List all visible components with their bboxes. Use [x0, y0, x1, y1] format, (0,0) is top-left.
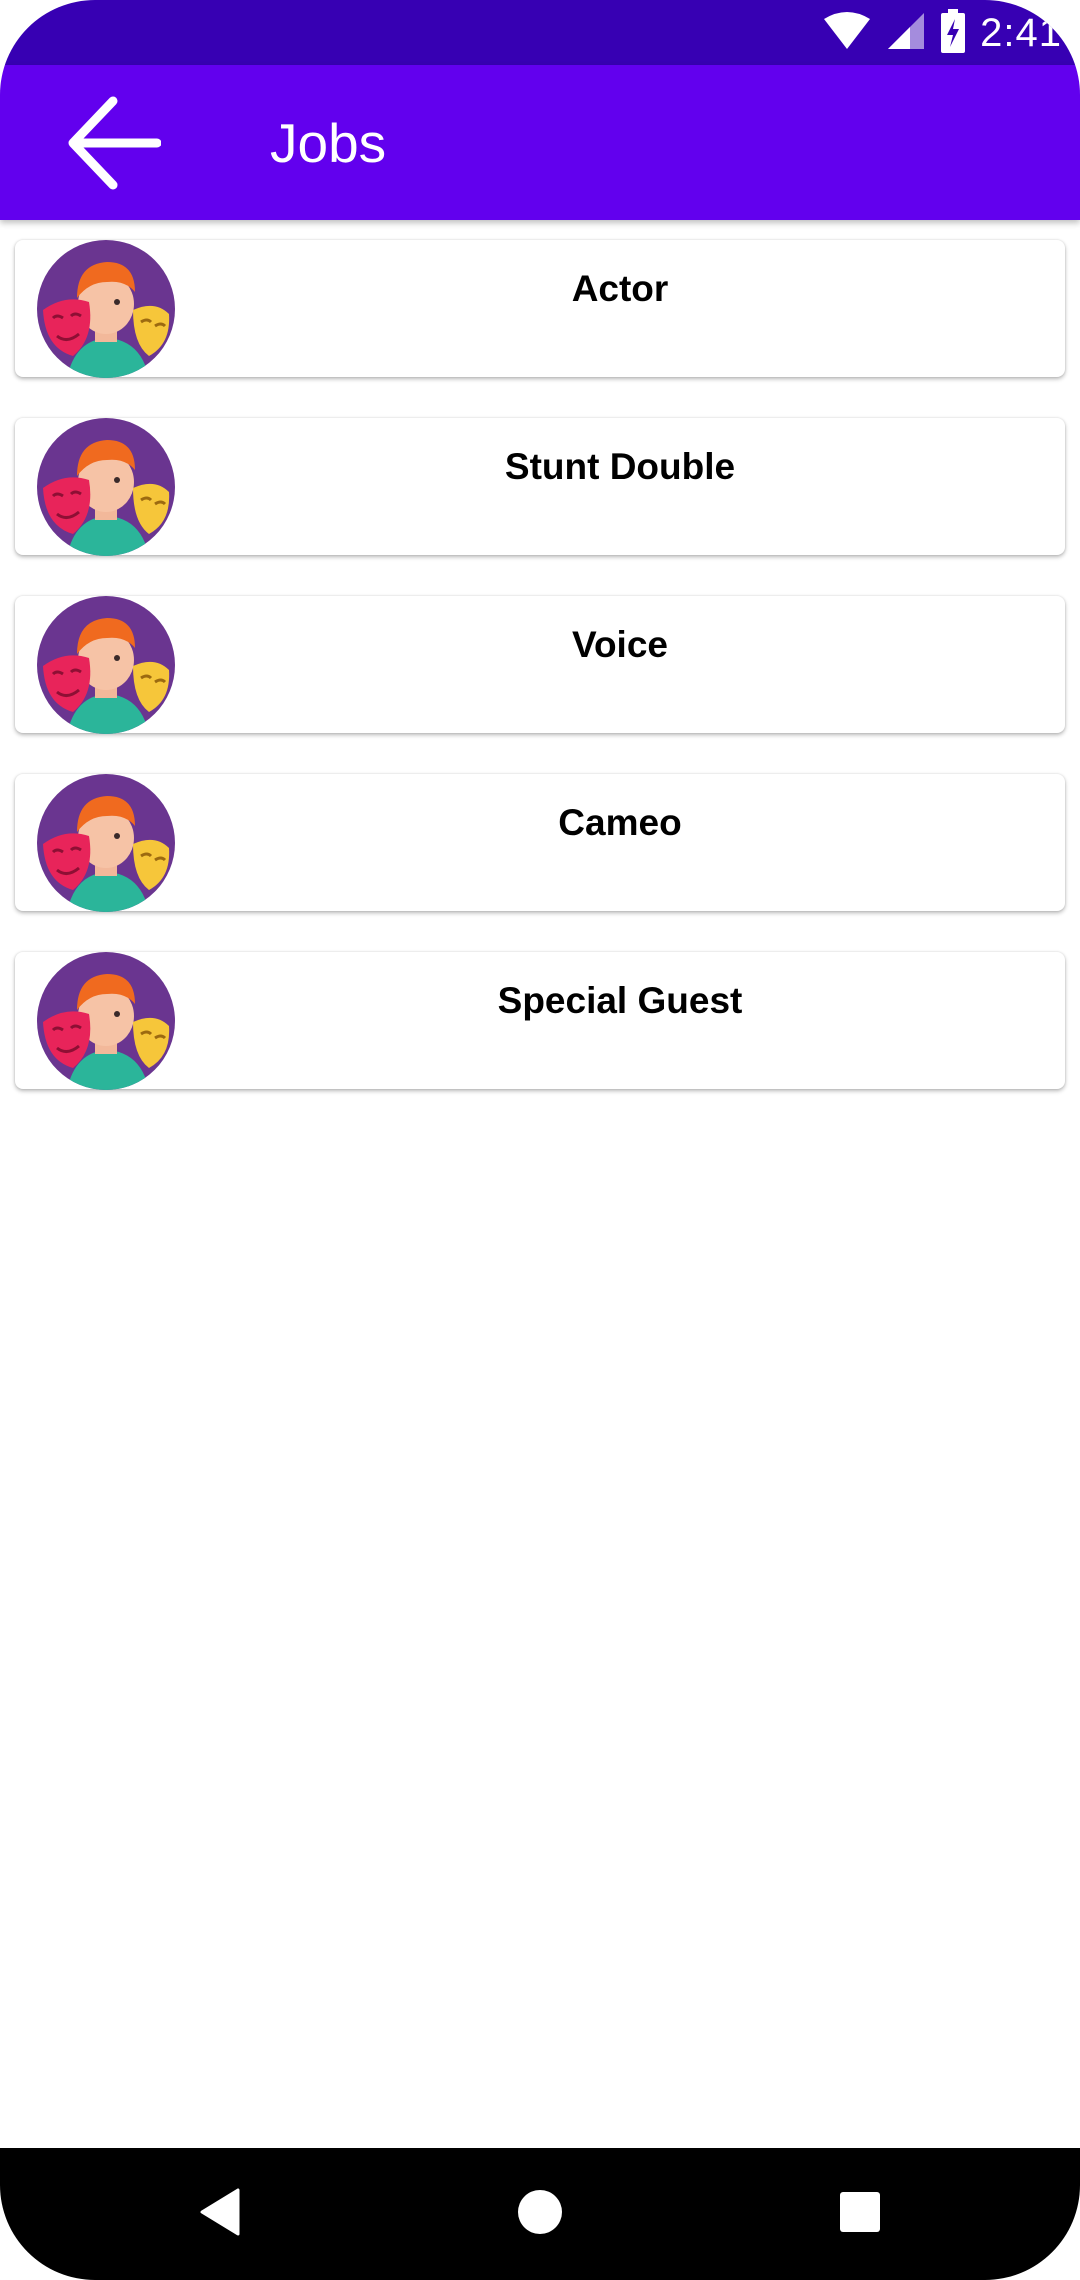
status-time: 2:41 [980, 10, 1062, 55]
system-nav-bar [0, 2148, 1080, 2280]
app-bar: Jobs [0, 65, 1080, 220]
nav-home-icon [516, 2188, 564, 2241]
battery-charging-icon [940, 8, 966, 58]
job-card-special-guest[interactable]: Special Guest [15, 952, 1065, 1089]
page-title: Jobs [270, 112, 387, 174]
arrow-back-icon [65, 95, 161, 196]
cellular-signal-icon [886, 11, 926, 56]
nav-recents-button[interactable] [790, 2148, 930, 2280]
wifi-icon [822, 11, 872, 56]
job-label: Voice [572, 624, 668, 665]
nav-recents-icon [838, 2190, 882, 2239]
theater-masks-avatar-icon [37, 418, 175, 556]
job-card-cameo[interactable]: Cameo [15, 774, 1065, 911]
job-label: Cameo [558, 802, 682, 843]
jobs-list: Actor Stunt Double Voice Cameo Special G… [15, 240, 1065, 1130]
nav-back-button[interactable] [150, 2148, 290, 2280]
theater-masks-avatar-icon [37, 774, 175, 912]
theater-masks-avatar-icon [37, 952, 175, 1090]
nav-home-button[interactable] [470, 2148, 610, 2280]
nav-back-icon [198, 2188, 242, 2241]
theater-masks-avatar-icon [37, 596, 175, 734]
job-label: Special Guest [497, 980, 743, 1021]
status-icons: 2:41 [822, 8, 1062, 58]
job-label: Actor [571, 268, 669, 309]
screen: 2:41 Jobs Actor Stunt Double Voice Cameo… [0, 0, 1080, 2280]
job-card-voice[interactable]: Voice [15, 596, 1065, 733]
status-bar: 2:41 [0, 0, 1080, 65]
job-label: Stunt Double [504, 446, 736, 487]
theater-masks-avatar-icon [37, 240, 175, 378]
job-card-actor[interactable]: Actor [15, 240, 1065, 377]
back-button[interactable] [50, 90, 175, 200]
job-card-stunt-double[interactable]: Stunt Double [15, 418, 1065, 555]
